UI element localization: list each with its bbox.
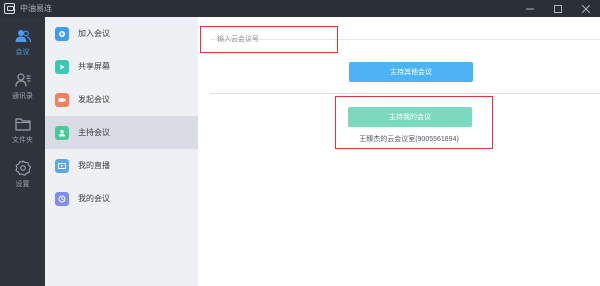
menu-item-host-meeting[interactable]: 主持会议 — [45, 116, 198, 149]
nav-item-contacts[interactable]: 通讯录 — [0, 72, 45, 110]
meeting-menu: 加入会议 共享屏幕 发起会议 主持会议 我的直播 我的会议 — [45, 17, 198, 286]
menu-label-my-meetings: 我的会议 — [78, 194, 110, 203]
join-meeting-icon — [55, 26, 69, 41]
live-stream-icon — [55, 158, 69, 173]
menu-label-join-meeting: 加入会议 — [78, 29, 110, 38]
nav-label-settings: 设置 — [15, 181, 30, 188]
nav-item-settings[interactable]: 设置 — [0, 160, 45, 198]
window-title: 中油易连 — [20, 4, 52, 13]
menu-item-my-meetings[interactable]: 我的会议 — [45, 182, 198, 215]
app-window: 中油易连 会议 通讯录 文件夹 设置 加入会议 共享屏幕 发起会议 主持会议 我… — [0, 0, 600, 286]
left-nav: 会议 通讯录 文件夹 设置 — [0, 17, 45, 286]
menu-label-start-meeting: 发起会议 — [78, 95, 110, 104]
minimize-button[interactable] — [516, 0, 544, 17]
meeting-number-input[interactable] — [200, 26, 338, 53]
share-screen-icon — [55, 59, 69, 74]
section-divider — [210, 93, 600, 94]
menu-label-host-meeting: 主持会议 — [78, 128, 110, 137]
close-button[interactable] — [572, 0, 600, 17]
people-icon — [15, 30, 31, 43]
my-meeting-icon — [55, 191, 69, 206]
window-controls — [516, 0, 600, 17]
menu-item-join-meeting[interactable]: 加入会议 — [45, 17, 198, 50]
contacts-icon — [14, 73, 30, 87]
title-bar: 中油易连 — [0, 0, 600, 17]
folder-icon — [14, 118, 31, 131]
minimize-icon — [526, 8, 534, 9]
host-my-meeting-button[interactable]: 主持我的会议 — [348, 107, 472, 127]
maximize-icon — [554, 4, 562, 13]
nav-label-meeting: 会议 — [15, 49, 30, 56]
close-icon — [582, 4, 590, 13]
nav-label-contacts: 通讯录 — [12, 93, 33, 100]
nav-label-folder: 文件夹 — [12, 137, 33, 144]
settings-gear-icon — [14, 160, 31, 176]
menu-label-live-stream: 我的直播 — [78, 161, 110, 170]
menu-label-share-screen: 共享屏幕 — [78, 62, 110, 71]
personal-room-info: 王臻杰的云会议室(9005561894) — [359, 136, 459, 143]
menu-item-share-screen[interactable]: 共享屏幕 — [45, 50, 198, 83]
nav-item-meeting[interactable]: 会议 — [0, 28, 45, 66]
host-meeting-icon — [55, 125, 69, 140]
app-logo-icon — [4, 3, 15, 14]
host-meeting-panel: 主持其他会议 主持我的会议 王臻杰的云会议室(9005561894) — [198, 17, 600, 286]
menu-item-live-stream[interactable]: 我的直播 — [45, 149, 198, 182]
maximize-button[interactable] — [544, 0, 572, 17]
start-meeting-icon — [55, 92, 69, 107]
nav-item-folder[interactable]: 文件夹 — [0, 116, 45, 154]
host-other-meeting-button[interactable]: 主持其他会议 — [349, 62, 473, 82]
menu-item-start-meeting[interactable]: 发起会议 — [45, 83, 198, 116]
